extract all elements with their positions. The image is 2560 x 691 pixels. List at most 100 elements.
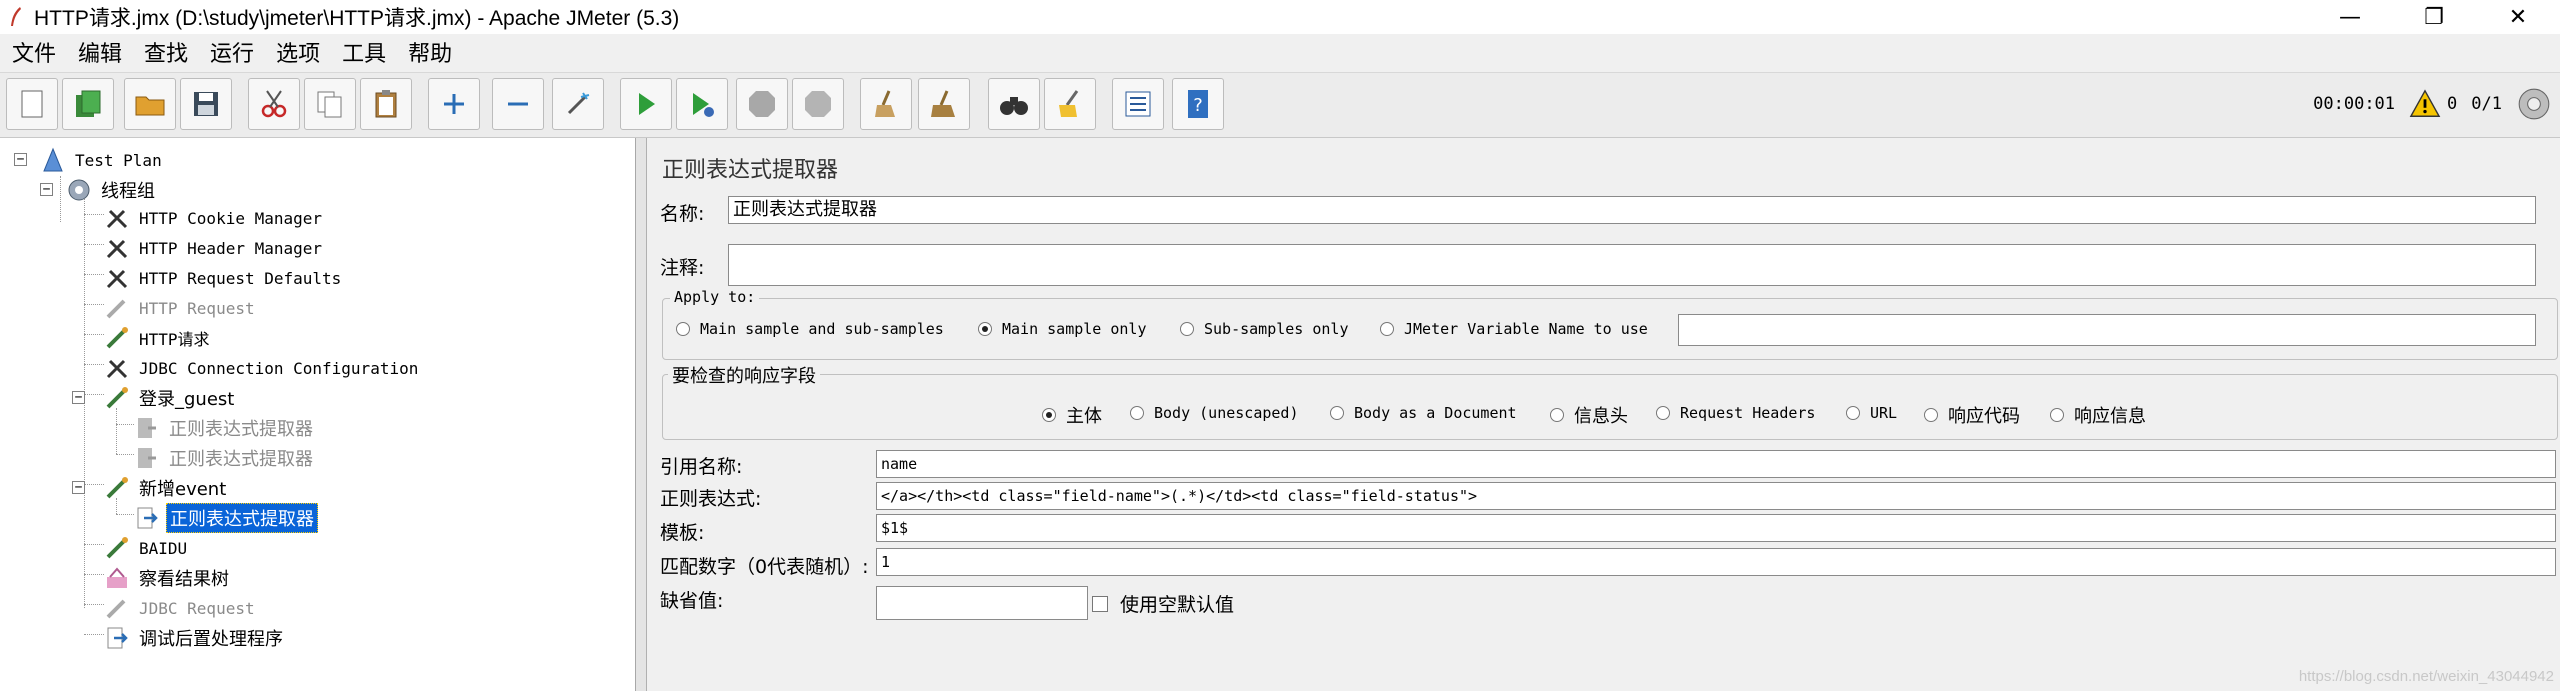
jmeter-feather-icon <box>11 7 21 26</box>
binoculars-icon <box>1000 97 1028 115</box>
match-no-label: 匹配数字（0代表随机）: <box>660 556 869 578</box>
field-body-as-document-radio[interactable]: Body as a Document <box>1330 404 1517 422</box>
apply-main-and-sub-radio[interactable]: Main sample and sub-samples <box>676 320 944 338</box>
shutdown-button[interactable] <box>792 78 844 130</box>
tree-node-thread-group[interactable]: − 线程组 <box>40 176 158 204</box>
collapse-toggle[interactable]: − <box>14 153 27 166</box>
active-threads: 0/1 <box>2471 94 2502 114</box>
collapse-all-button[interactable] <box>492 78 544 130</box>
tree-node-jdbc-config[interactable]: JDBC Connection Configuration <box>104 354 421 382</box>
function-helper-button[interactable] <box>1112 78 1164 130</box>
warning-icon[interactable] <box>2409 88 2441 120</box>
clipboard-icon <box>375 90 397 118</box>
reset-search-button[interactable] <box>1044 78 1096 130</box>
default-value-input[interactable] <box>876 586 1088 620</box>
apply-sub-only-radio[interactable]: Sub-samples only <box>1180 320 1349 338</box>
pane-splitter[interactable] <box>636 138 647 691</box>
field-response-message-radio[interactable]: 响应信息 <box>2050 402 2146 428</box>
clear-button[interactable] <box>860 78 912 130</box>
shutdown-octagon-icon <box>805 91 831 117</box>
menu-options[interactable]: 选项 <box>264 36 330 68</box>
menu-edit[interactable]: 编辑 <box>66 36 132 68</box>
comment-input[interactable] <box>728 244 2536 286</box>
warning-count: 0 <box>2447 94 2458 114</box>
collapse-toggle[interactable]: − <box>40 183 53 196</box>
menu-run[interactable]: 运行 <box>198 36 264 68</box>
jmeter-variable-input[interactable] <box>1678 314 2536 346</box>
collapse-toggle[interactable]: − <box>72 481 85 494</box>
close-button[interactable]: ✕ <box>2476 0 2560 34</box>
clear-all-broom-icon <box>931 90 955 117</box>
menu-tools[interactable]: 工具 <box>330 36 396 68</box>
match-no-input[interactable]: 1 <box>876 548 2556 576</box>
menu-search[interactable]: 查找 <box>132 36 198 68</box>
ref-name-input[interactable]: name <box>876 450 2556 478</box>
tree-node-request-defaults[interactable]: HTTP Request Defaults <box>104 264 344 292</box>
config-tool-icon <box>106 359 128 379</box>
paste-button[interactable] <box>360 78 412 130</box>
plus-icon <box>444 94 464 114</box>
field-headers-radio[interactable]: 信息头 <box>1550 402 1628 428</box>
tree-node-view-results-tree[interactable]: 察看结果树 <box>104 564 232 592</box>
tree-node-login-guest[interactable]: − 登录_guest <box>72 384 237 412</box>
minimize-button[interactable]: — <box>2308 0 2392 34</box>
tree-node-http-request[interactable]: HTTP请求 <box>104 324 213 352</box>
sampler-icon <box>106 599 126 619</box>
start-button[interactable] <box>620 78 672 130</box>
new-button[interactable] <box>6 78 58 130</box>
copy-button[interactable] <box>304 78 356 130</box>
sampler-icon <box>106 477 128 499</box>
start-no-pauses-button[interactable] <box>676 78 728 130</box>
menu-help[interactable]: 帮助 <box>396 36 462 68</box>
sampler-icon <box>106 537 128 559</box>
tree-node-regex-extractor-2[interactable]: 正则表达式提取器 <box>134 444 316 472</box>
tree-node-regex-extractor-1[interactable]: 正则表达式提取器 <box>134 414 316 442</box>
template-input[interactable]: $1$ <box>876 514 2556 542</box>
menu-file[interactable]: 文件 <box>0 36 66 68</box>
help-button[interactable]: ? <box>1172 78 1224 130</box>
template-label: 模板: <box>660 522 705 544</box>
tree-node-header-manager[interactable]: HTTP Header Manager <box>104 234 325 262</box>
ref-name-label: 引用名称: <box>660 456 743 478</box>
config-tool-icon <box>106 209 128 229</box>
templates-button[interactable] <box>62 78 114 130</box>
field-request-headers-radio[interactable]: Request Headers <box>1656 404 1815 422</box>
tree-node-jdbc-request[interactable]: JDBC Request <box>104 594 258 622</box>
copy-icon <box>317 91 342 118</box>
apply-main-only-radio[interactable]: Main sample only <box>978 320 1147 338</box>
tree-node-http-request-disabled[interactable]: HTTP Request <box>104 294 258 322</box>
svg-text:?: ? <box>1193 95 1203 116</box>
stop-button[interactable] <box>736 78 788 130</box>
field-url-radio[interactable]: URL <box>1846 404 1897 422</box>
watermark: https://blog.csdn.net/weixin_43044942 <box>2298 668 2554 685</box>
open-button[interactable] <box>124 78 176 130</box>
tree-node-debug-post-processor[interactable]: 调试后置处理程序 <box>104 624 286 652</box>
use-empty-default-checkbox[interactable]: 使用空默认值 <box>1092 590 1234 617</box>
collapse-toggle[interactable]: − <box>72 391 85 404</box>
tree-node-baidu[interactable]: BAIDU <box>104 534 190 562</box>
cut-button[interactable] <box>248 78 300 130</box>
field-body-radio[interactable]: 主体 <box>1042 402 1102 428</box>
clear-all-button[interactable] <box>918 78 970 130</box>
expand-all-button[interactable] <box>428 78 480 130</box>
apply-jmeter-variable-radio[interactable]: JMeter Variable Name to use <box>1380 320 1648 338</box>
title-bar: HTTP请求.jmx (D:\study\jmeter\HTTP请求.jmx) … <box>0 0 2560 34</box>
test-plan-tree: − Test Plan − 线程组 HTTP Cookie Manager HT… <box>0 138 636 691</box>
save-disk-icon <box>194 92 218 116</box>
field-body-unescaped-radio[interactable]: Body (unescaped) <box>1130 404 1299 422</box>
maximize-button[interactable]: ❐ <box>2392 0 2476 34</box>
tree-node-add-event[interactable]: − 新增event <box>72 474 229 502</box>
field-response-code-radio[interactable]: 响应代码 <box>1924 402 2020 428</box>
tree-node-test-plan[interactable]: − Test Plan <box>14 146 165 174</box>
scissors-icon <box>261 90 287 118</box>
tree-node-regex-extractor-selected[interactable]: 正则表达式提取器 <box>134 503 318 533</box>
search-button[interactable] <box>988 78 1040 130</box>
save-button[interactable] <box>180 78 232 130</box>
test-plan-icon <box>43 147 63 172</box>
name-label: 名称: <box>660 203 705 225</box>
listener-icon <box>107 567 127 588</box>
regex-input[interactable]: </a></th><td class="field-name">(.*)</td… <box>876 482 2556 510</box>
tree-node-cookie-manager[interactable]: HTTP Cookie Manager <box>104 204 325 232</box>
toggle-button[interactable] <box>552 78 604 130</box>
name-input[interactable]: 正则表达式提取器 <box>728 196 2536 224</box>
